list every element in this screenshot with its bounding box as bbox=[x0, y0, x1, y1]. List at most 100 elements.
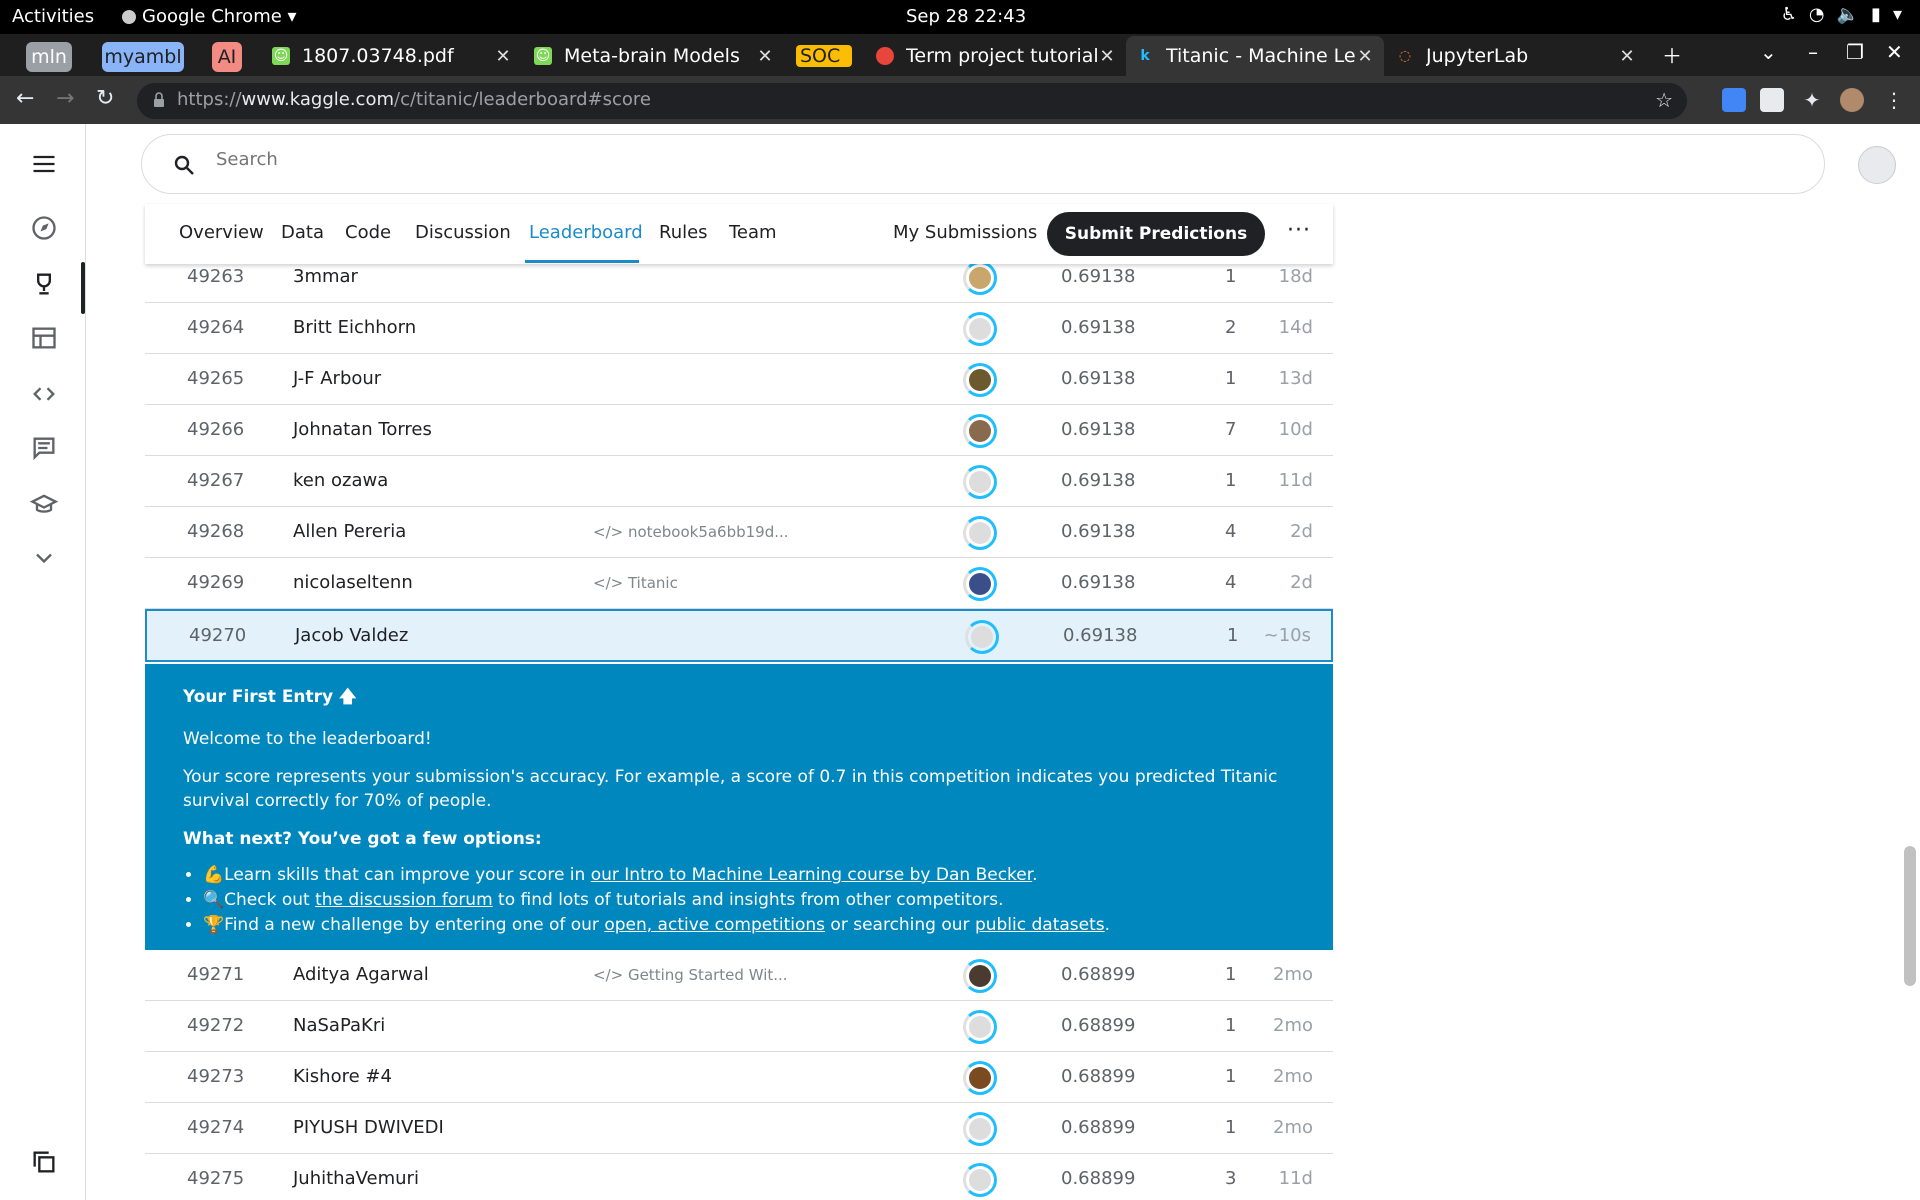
table-row[interactable]: 49269 nicolaseltenn </> Titanic 0.69138 … bbox=[145, 558, 1333, 609]
bookmark-mln[interactable]: mln bbox=[26, 42, 72, 72]
table-row[interactable]: 49268 Allen Pereria </> notebook5a6bb19d… bbox=[145, 507, 1333, 558]
row-team[interactable]: ken ozawa bbox=[293, 470, 388, 491]
close-window-button[interactable]: ✕ bbox=[1886, 40, 1903, 64]
tab-rules[interactable]: Rules bbox=[659, 222, 708, 243]
avatar[interactable] bbox=[965, 620, 999, 654]
tab-soc[interactable]: SOC bbox=[796, 38, 852, 74]
minimize-button[interactable]: – bbox=[1808, 40, 1818, 64]
row-team[interactable]: Kishore #4 bbox=[293, 1066, 392, 1087]
row-team[interactable]: Allen Pereria bbox=[293, 521, 406, 542]
tab-leaderboard[interactable]: Leaderboard bbox=[529, 222, 643, 243]
discussion-icon[interactable] bbox=[26, 430, 62, 466]
activities-button[interactable]: Activities bbox=[12, 6, 94, 27]
submit-predictions-button[interactable]: Submit Predictions bbox=[1047, 212, 1265, 256]
avatar[interactable] bbox=[963, 1010, 997, 1044]
table-row[interactable]: 49265 J-F Arbour 0.69138 1 13d bbox=[145, 354, 1333, 405]
table-row[interactable]: 49273 Kishore #4 0.68899 1 2mo bbox=[145, 1052, 1333, 1103]
table-icon[interactable] bbox=[26, 320, 62, 356]
copy-icon[interactable] bbox=[26, 1144, 62, 1180]
search-bar[interactable] bbox=[141, 134, 1825, 194]
row-team[interactable]: Britt Eichhorn bbox=[293, 317, 416, 338]
avatar[interactable] bbox=[963, 414, 997, 448]
competitions-link[interactable]: open, active competitions bbox=[604, 915, 825, 935]
table-row[interactable]: 49266 Johnatan Torres 0.69138 7 10d bbox=[145, 405, 1333, 456]
trophy-icon[interactable] bbox=[26, 266, 62, 302]
close-icon[interactable]: ✕ bbox=[1618, 46, 1636, 67]
table-row[interactable]: 49271 Aditya Agarwal </> Getting Started… bbox=[145, 950, 1333, 1001]
row-team[interactable]: 3mmar bbox=[293, 266, 358, 287]
table-row[interactable]: 49272 NaSaPaKri 0.68899 1 2mo bbox=[145, 1001, 1333, 1052]
new-tab-button[interactable]: ＋ bbox=[1662, 40, 1682, 69]
user-avatar[interactable] bbox=[1858, 146, 1896, 184]
row-team[interactable]: J-F Arbour bbox=[293, 368, 381, 389]
row-team[interactable]: nicolaseltenn bbox=[293, 572, 413, 593]
reload-button[interactable]: ↻ bbox=[96, 86, 114, 111]
close-icon[interactable]: ✕ bbox=[1098, 46, 1116, 67]
app-menu[interactable]: Google Chrome ▾ bbox=[122, 6, 297, 27]
bookmark-ai[interactable]: AI bbox=[212, 42, 242, 72]
row-notebook[interactable]: </> Getting Started Wit... bbox=[593, 966, 788, 984]
tab-search-button[interactable]: ⌄ bbox=[1760, 40, 1777, 64]
tab-team[interactable]: Team bbox=[729, 222, 777, 243]
more-options-icon[interactable]: ··· bbox=[1287, 218, 1311, 243]
page-scrollbar[interactable] bbox=[1902, 204, 1918, 1200]
my-submissions-link[interactable]: My Submissions bbox=[893, 222, 1037, 243]
tab-code[interactable]: Code bbox=[345, 222, 391, 243]
close-icon[interactable]: ✕ bbox=[1356, 46, 1374, 67]
bookmark-star-icon[interactable]: ☆ bbox=[1655, 88, 1673, 112]
search-input[interactable] bbox=[216, 149, 816, 170]
row-team[interactable]: JuhithaVemuri bbox=[293, 1168, 419, 1189]
hamburger-menu-icon[interactable] bbox=[26, 146, 62, 182]
scrollbar-thumb[interactable] bbox=[1904, 846, 1916, 986]
discussion-forum-link[interactable]: the discussion forum bbox=[315, 890, 493, 910]
tab-jupyterlab[interactable]: ◌ JupyterLab ✕ bbox=[1396, 38, 1636, 74]
avatar[interactable] bbox=[963, 567, 997, 601]
avatar[interactable] bbox=[963, 363, 997, 397]
avatar[interactable] bbox=[963, 516, 997, 550]
row-notebook[interactable]: </> notebook5a6bb19d... bbox=[593, 523, 789, 541]
compass-icon[interactable] bbox=[26, 210, 62, 246]
bookmark-myambl[interactable]: myambl bbox=[102, 42, 184, 72]
extension-icon[interactable] bbox=[1722, 88, 1746, 112]
row-team[interactable]: NaSaPaKri bbox=[293, 1015, 385, 1036]
profile-avatar[interactable] bbox=[1840, 88, 1864, 112]
tab-term-project[interactable]: Term project tutorial ✕ bbox=[876, 38, 1116, 74]
back-button[interactable]: ← bbox=[16, 86, 34, 111]
qr-code-icon[interactable] bbox=[1760, 88, 1784, 112]
avatar[interactable] bbox=[963, 1163, 997, 1197]
tab-pdf[interactable]: ☺ 1807.03748.pdf ✕ bbox=[272, 38, 512, 74]
chrome-menu-icon[interactable]: ⋮ bbox=[1882, 88, 1906, 112]
close-icon[interactable]: ✕ bbox=[756, 46, 774, 67]
chevron-down-icon[interactable] bbox=[26, 540, 62, 576]
avatar[interactable] bbox=[963, 261, 997, 295]
table-row[interactable]: 49275 JuhithaVemuri 0.68899 3 11d bbox=[145, 1154, 1333, 1200]
table-row[interactable]: 49264 Britt Eichhorn 0.69138 2 14d bbox=[145, 303, 1333, 354]
avatar[interactable] bbox=[963, 959, 997, 993]
avatar[interactable] bbox=[963, 1061, 997, 1095]
avatar[interactable] bbox=[963, 465, 997, 499]
system-tray[interactable]: ♿ ◔ 🔈 ▮ ▾ bbox=[1781, 4, 1902, 25]
row-team[interactable]: Johnatan Torres bbox=[293, 419, 432, 440]
avatar[interactable] bbox=[963, 1112, 997, 1146]
address-bar[interactable]: https://www.kaggle.com/c/titanic/leaderb… bbox=[137, 83, 1687, 119]
intro-ml-course-link[interactable]: our Intro to Machine Learning course by … bbox=[591, 865, 1032, 885]
table-row[interactable]: 49267 ken ozawa 0.69138 1 11d bbox=[145, 456, 1333, 507]
row-team[interactable]: Aditya Agarwal bbox=[293, 964, 429, 985]
restore-button[interactable]: ❐ bbox=[1846, 40, 1864, 64]
clock[interactable]: Sep 28 22:43 bbox=[906, 6, 1026, 27]
table-row[interactable]: 49274 PIYUSH DWIVEDI 0.68899 1 2mo bbox=[145, 1103, 1333, 1154]
row-team[interactable]: Jacob Valdez bbox=[295, 625, 408, 646]
table-row-current-user[interactable]: 49270 Jacob Valdez 0.69138 1 ~10s bbox=[145, 609, 1333, 662]
tab-overview[interactable]: Overview bbox=[179, 222, 264, 243]
tab-discussion[interactable]: Discussion bbox=[415, 222, 511, 243]
code-icon[interactable] bbox=[26, 376, 62, 412]
tab-data[interactable]: Data bbox=[281, 222, 324, 243]
avatar[interactable] bbox=[963, 312, 997, 346]
forward-button[interactable]: → bbox=[56, 86, 74, 111]
public-datasets-link[interactable]: public datasets bbox=[975, 915, 1105, 935]
graduation-cap-icon[interactable] bbox=[26, 486, 62, 522]
accessibility-icon[interactable]: ♿ bbox=[1781, 4, 1797, 25]
tab-meta-brain[interactable]: ☺ Meta-brain Models ✕ bbox=[534, 38, 774, 74]
row-team[interactable]: PIYUSH DWIVEDI bbox=[293, 1117, 444, 1138]
row-notebook[interactable]: </> Titanic bbox=[593, 574, 678, 592]
